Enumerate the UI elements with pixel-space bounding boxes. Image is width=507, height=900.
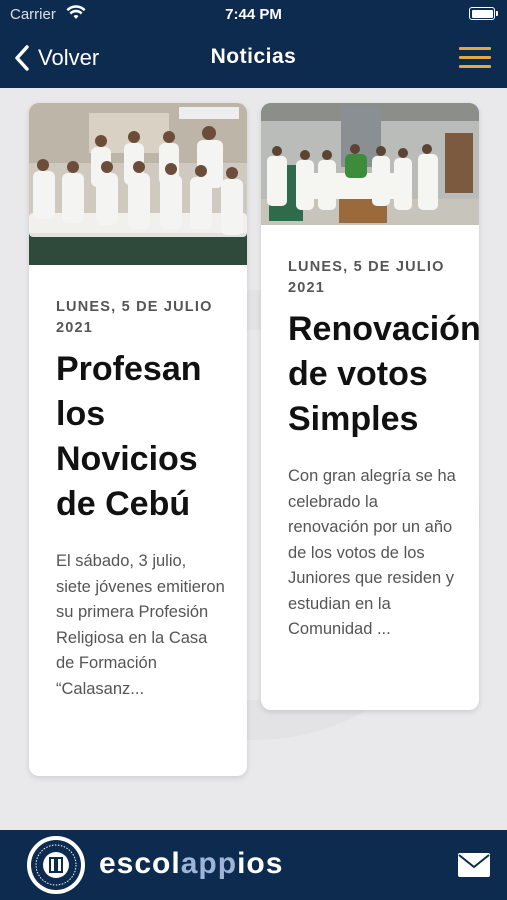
brand-part-3: ios [237,847,284,880]
article-card[interactable]: LUNES, 5 DE JULIO 2021 Profesan los Novi… [29,103,247,776]
mail-icon[interactable] [457,852,491,878]
bottom-bar: escolappios [0,830,507,900]
article-card[interactable]: LUNES, 5 DE JULIO 2021 Renovación de vot… [261,103,479,710]
article-title: Profesan los Novicios de Cebú [56,350,202,523]
article-date: LUNES, 5 DE JULIO 2021 [56,299,213,336]
article-excerpt: Con gran alegría se ha celebrado la reno… [288,467,456,638]
brand-part-1: escol [99,847,181,880]
article-photo [261,103,479,225]
seal-logo [27,836,85,894]
status-bar: Carrier 7:44 PM [0,0,507,30]
article-excerpt: El sábado, 3 julio, siete jóvenes emitie… [56,552,225,698]
article-date: LUNES, 5 DE JULIO 2021 [288,259,445,296]
top-bar: Carrier 7:44 PM Volver Noticias [0,0,507,88]
brand-part-2: app [180,847,238,880]
battery-icon [469,7,498,20]
brand-wordmark: escolappios [99,847,283,881]
nav-bar: Volver Noticias [0,30,507,88]
article-photo [29,103,247,265]
hamburger-menu-icon[interactable] [459,47,491,71]
page-title: Noticias [210,45,297,68]
status-time: 7:44 PM [225,6,282,23]
article-title: Renovación de votos Simples [288,310,479,438]
